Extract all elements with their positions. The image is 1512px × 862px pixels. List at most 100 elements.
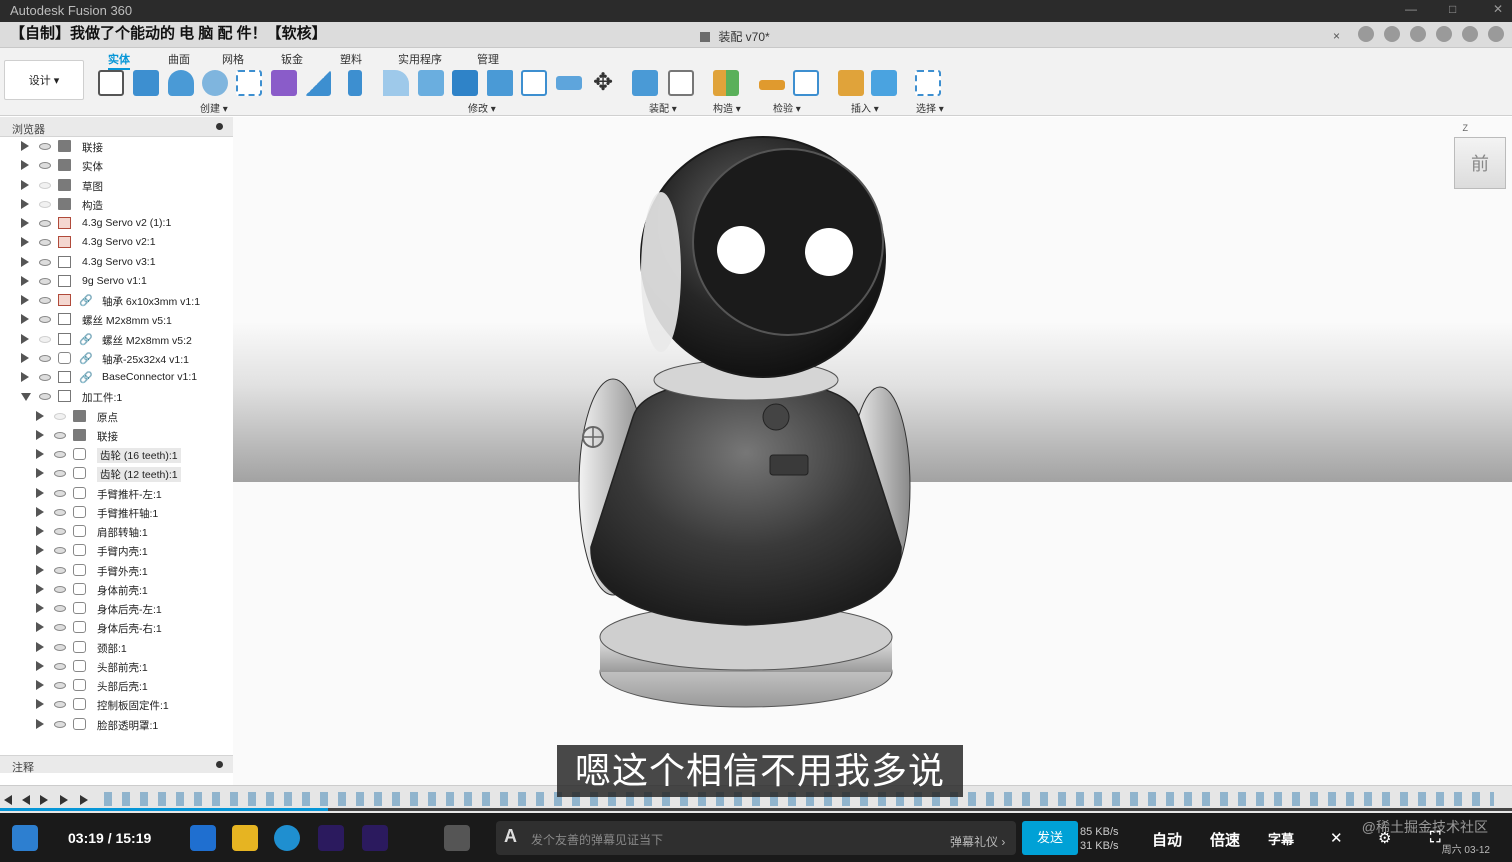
robot-model[interactable] — [233, 117, 1512, 785]
user-avatar[interactable] — [1488, 26, 1504, 42]
insert-icon[interactable] — [838, 70, 864, 96]
mirror-icon[interactable] — [305, 70, 331, 96]
tree-item[interactable]: 🔗 BaseConnector v1:1 — [0, 368, 233, 387]
viewcube[interactable]: 前 — [1454, 137, 1506, 189]
expand-icon[interactable] — [21, 372, 29, 382]
tab-plastic[interactable]: 塑料 — [340, 51, 362, 67]
expand-icon[interactable] — [36, 641, 44, 652]
speed-button[interactable]: 倍速 — [1210, 829, 1240, 850]
pattern-icon[interactable] — [236, 70, 262, 96]
chamfer-icon[interactable] — [418, 70, 444, 96]
visibility-eye-icon[interactable] — [39, 393, 51, 401]
tree-item[interactable]: 9g Servo v1:1 — [0, 272, 233, 291]
panel-pin-icon[interactable] — [216, 761, 223, 768]
expand-icon[interactable] — [21, 141, 29, 151]
visibility-eye-icon[interactable] — [54, 508, 66, 516]
tree-item[interactable]: 手臂外壳:1 — [0, 561, 233, 580]
tree-item[interactable]: 4.3g Servo v3:1 — [0, 253, 233, 272]
combine-icon[interactable] — [487, 70, 513, 96]
tree-item[interactable]: 齿轮 (12 teeth):1 — [0, 464, 233, 483]
tree-item[interactable]: 颈部:1 — [0, 638, 233, 657]
visibility-eye-icon[interactable] — [54, 662, 66, 670]
expand-icon[interactable] — [36, 468, 44, 479]
tree-item[interactable]: 控制板固定件:1 — [0, 695, 233, 714]
tab-mesh[interactable]: 网格 — [222, 51, 244, 67]
visibility-eye-icon[interactable] — [54, 720, 66, 728]
minimize-icon[interactable]: — — [1405, 2, 1417, 16]
tab-surface[interactable]: 曲面 — [168, 51, 190, 67]
visibility-eye-icon[interactable] — [54, 451, 66, 458]
expand-icon[interactable] — [21, 314, 29, 325]
tree-item[interactable]: 肩部转轴:1 — [0, 522, 233, 541]
tab-manage[interactable]: 管理 — [477, 51, 499, 67]
timeline-play-icon[interactable] — [40, 795, 48, 805]
tree-item[interactable]: 齿轮 (16 teeth):1 — [0, 445, 233, 464]
hole-icon[interactable] — [202, 70, 228, 96]
tree-item[interactable]: 手臂推杆轴:1 — [0, 503, 233, 522]
tree-item[interactable]: 原点 — [0, 407, 233, 426]
workspace-selector[interactable]: 设计 ▾ — [4, 60, 84, 100]
visibility-eye-icon[interactable] — [39, 239, 51, 247]
expand-icon[interactable] — [36, 526, 44, 536]
align-icon[interactable] — [556, 76, 582, 90]
visibility-eye-icon[interactable] — [54, 528, 66, 535]
visibility-eye-icon[interactable] — [39, 354, 51, 362]
expand-icon[interactable] — [21, 295, 29, 305]
maximize-icon[interactable]: □ — [1449, 2, 1456, 16]
3d-viewport[interactable]: Z 前 — [233, 117, 1512, 785]
group-select[interactable]: 选择 ▾ — [916, 100, 944, 115]
visibility-eye-icon[interactable] — [39, 162, 51, 170]
refresh-icon[interactable] — [1384, 26, 1400, 42]
timeline-start-icon[interactable] — [4, 795, 12, 805]
group-modify[interactable]: 修改 ▾ — [468, 100, 496, 115]
visibility-eye-icon[interactable] — [54, 431, 66, 439]
expand-icon[interactable] — [36, 545, 44, 556]
visibility-eye-icon[interactable] — [39, 143, 51, 150]
expand-icon[interactable] — [36, 410, 44, 421]
tree-item[interactable]: 联接 — [0, 137, 233, 156]
tree-item[interactable]: 实体 — [0, 156, 233, 175]
expand-icon[interactable] — [21, 237, 29, 248]
volume-icon[interactable]: ✕ — [1330, 829, 1343, 847]
tree-item[interactable]: 螺丝 M2x8mm v5:1 — [0, 310, 233, 329]
expand-icon[interactable] — [21, 256, 29, 267]
revolve-icon[interactable] — [168, 70, 194, 96]
annotations-panel[interactable]: 注释 — [0, 755, 233, 774]
group-inspect[interactable]: 检验 ▾ — [773, 100, 801, 115]
danmu-etiquette-link[interactable]: 弹幕礼仪 › — [950, 833, 1005, 850]
expand-icon[interactable] — [36, 449, 44, 459]
visibility-eye-icon[interactable] — [39, 277, 51, 285]
timeline-end-icon[interactable] — [80, 795, 88, 805]
app-premiere-icon[interactable] — [318, 825, 344, 851]
visibility-eye-icon[interactable] — [39, 316, 51, 324]
joint-icon[interactable] — [668, 70, 694, 96]
group-construct[interactable]: 构造 ▾ — [713, 100, 741, 115]
visibility-eye-icon[interactable] — [54, 470, 66, 478]
danmu-style-icon[interactable]: A — [504, 826, 517, 847]
quality-button[interactable]: 自动 — [1152, 829, 1182, 850]
app-edge-icon[interactable] — [274, 825, 300, 851]
visibility-eye-icon[interactable] — [54, 489, 66, 497]
visibility-eye-icon[interactable] — [39, 200, 51, 208]
tree-item[interactable]: 🔗 螺丝 M2x8mm v5:2 — [0, 330, 233, 349]
subtitle-button[interactable]: 字幕 — [1268, 829, 1294, 848]
expand-icon[interactable] — [21, 218, 29, 228]
tree-item[interactable]: 身体后壳-右:1 — [0, 618, 233, 637]
tree-item[interactable]: 4.3g Servo v2:1 — [0, 233, 233, 252]
video-progress[interactable] — [0, 808, 1512, 811]
visibility-eye-icon[interactable] — [54, 605, 66, 612]
add-tab-icon[interactable] — [1358, 26, 1374, 42]
expand-icon[interactable] — [21, 179, 29, 190]
document-tab[interactable]: 装配 v70* — [700, 28, 770, 45]
close-icon[interactable]: ✕ — [1493, 2, 1503, 16]
tab-utilities[interactable]: 实用程序 — [398, 51, 442, 67]
tree-item[interactable]: 🔗 轴承 6x10x3mm v1:1 — [0, 291, 233, 310]
shell-icon[interactable] — [452, 70, 478, 96]
visibility-eye-icon[interactable] — [39, 258, 51, 266]
interference-icon[interactable] — [793, 70, 819, 96]
visibility-eye-icon[interactable] — [54, 682, 66, 689]
visibility-eye-icon[interactable] — [39, 335, 51, 343]
tree-item[interactable]: 构造 — [0, 195, 233, 214]
tree-item[interactable]: 4.3g Servo v2 (1):1 — [0, 214, 233, 233]
timeline-forward-icon[interactable] — [60, 795, 68, 805]
